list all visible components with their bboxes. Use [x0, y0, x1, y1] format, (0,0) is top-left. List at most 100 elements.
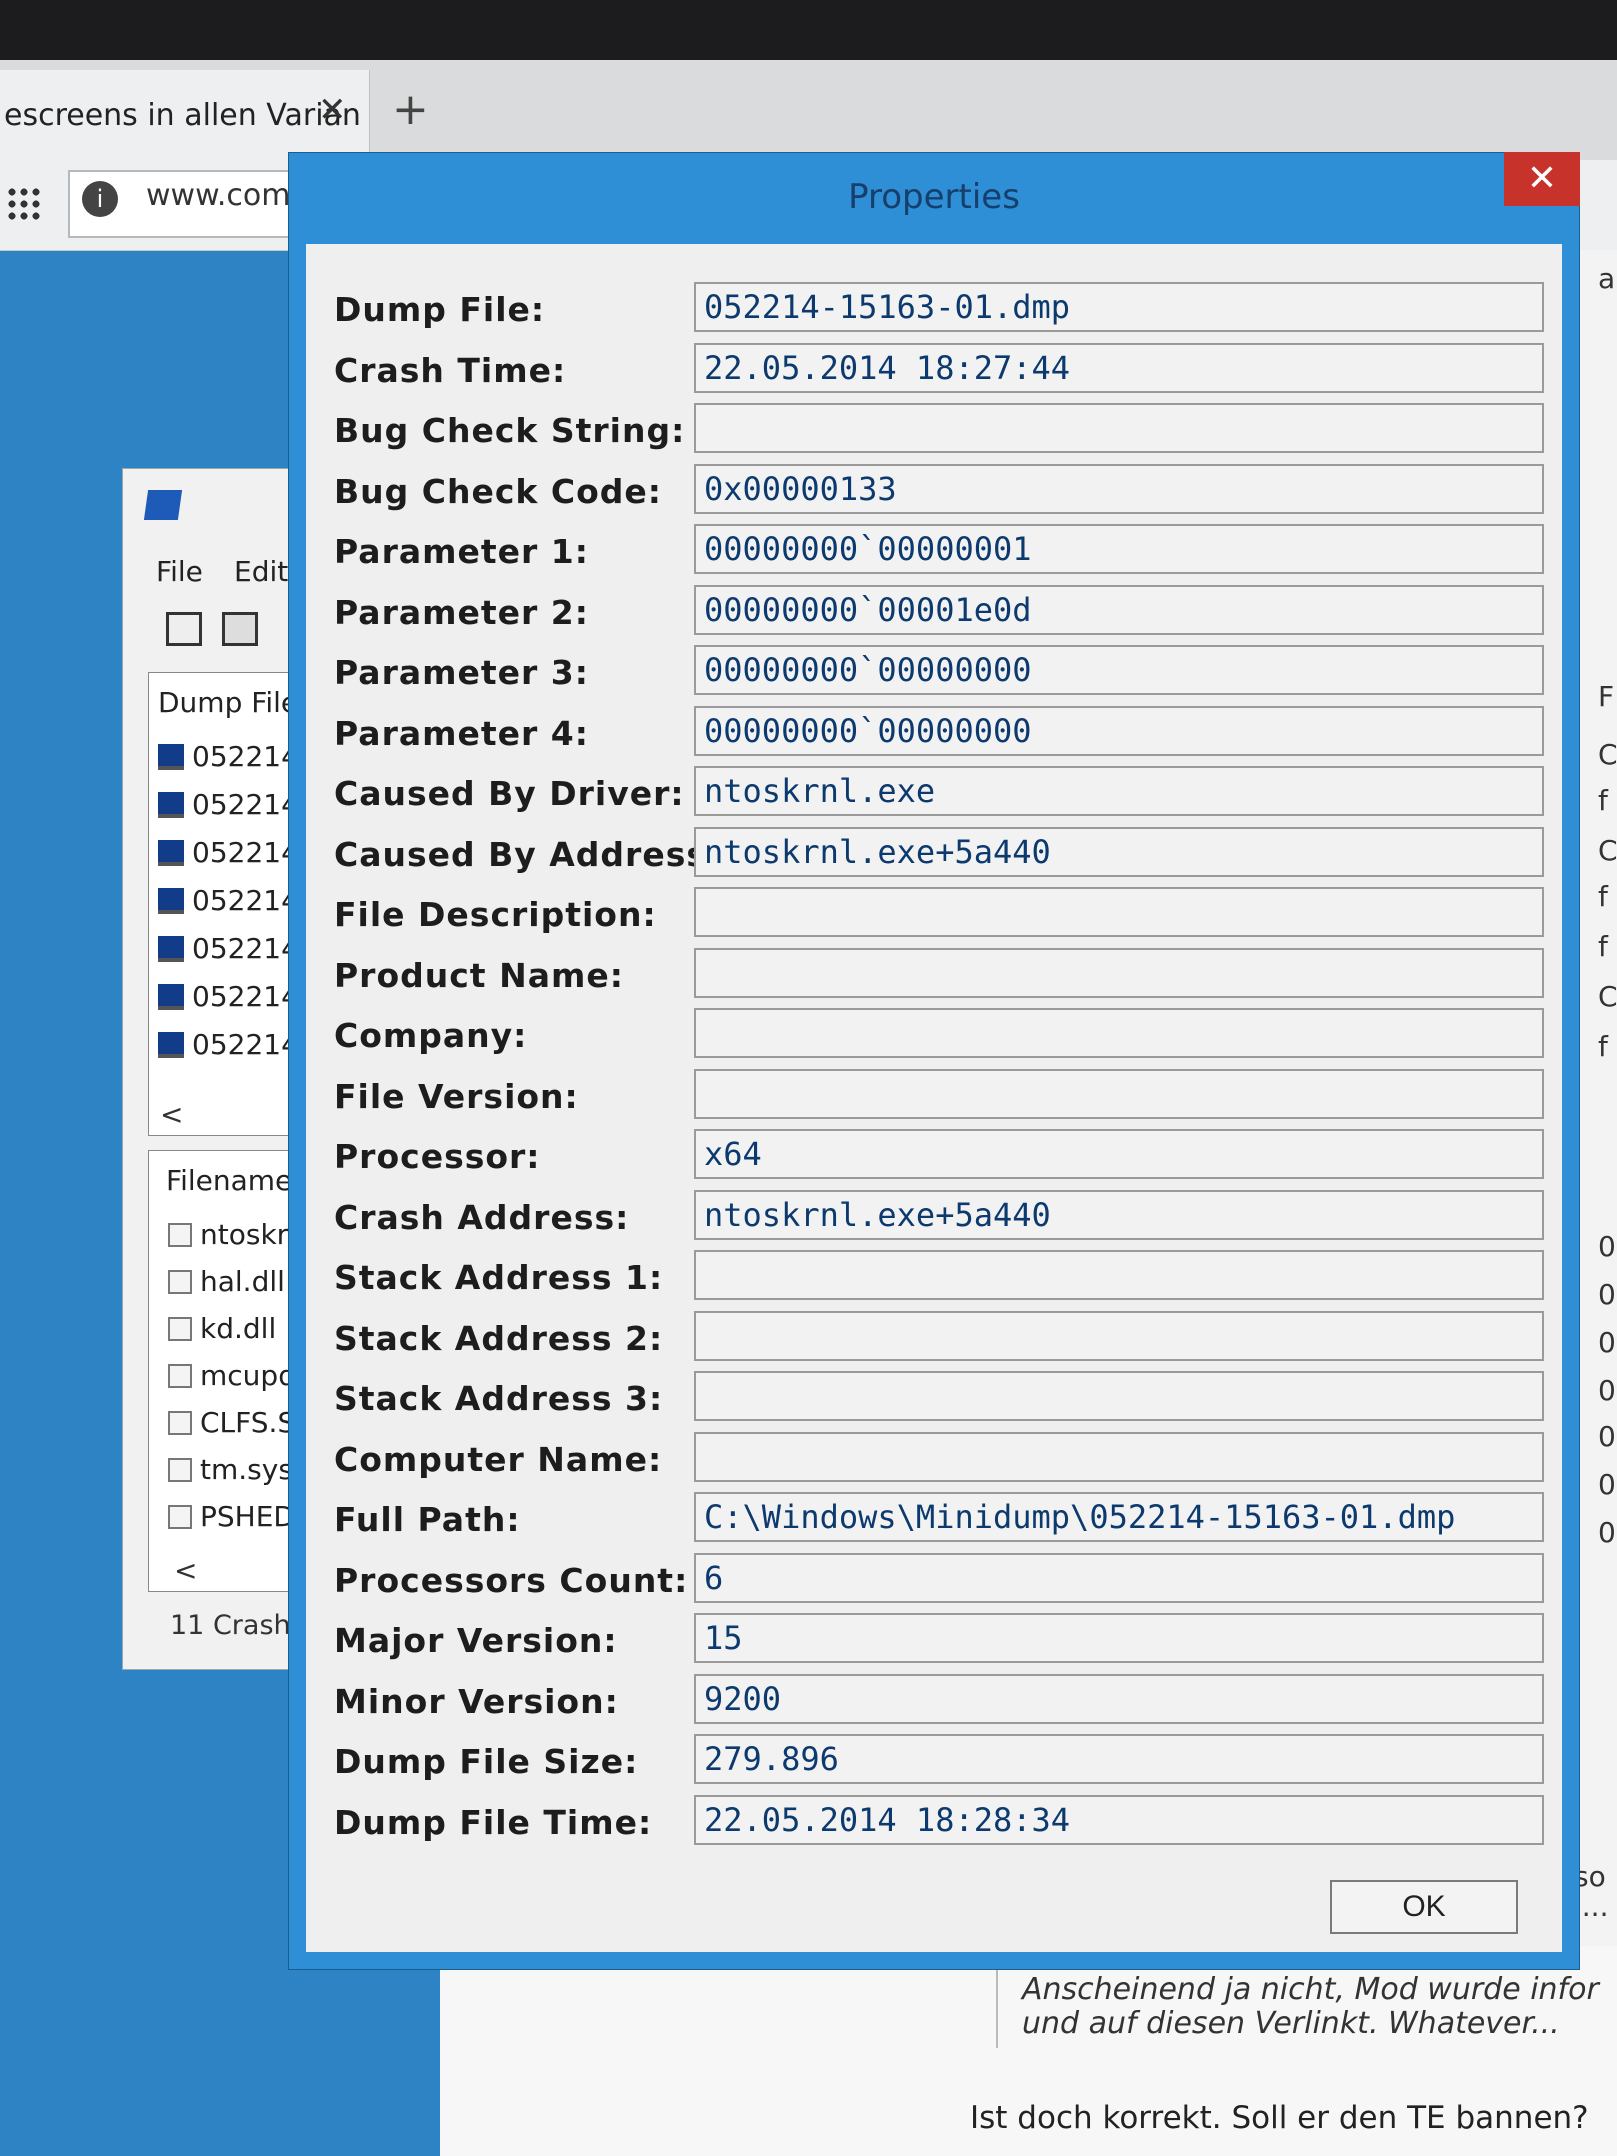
dump-list-item-label: 052214 — [192, 1028, 299, 1061]
dump-list-item[interactable]: 052214 — [158, 836, 299, 869]
background-page-text: 00 — [1598, 1516, 1617, 1549]
dump-list-item-label: 052214 — [192, 788, 299, 821]
driver-file-icon — [168, 1457, 192, 1482]
driver-list-item[interactable]: tm.sys — [168, 1453, 293, 1486]
field-value[interactable] — [694, 1008, 1544, 1058]
dump-file-icon — [158, 839, 184, 866]
apps-grid-icon[interactable] — [6, 186, 40, 220]
field-value[interactable]: 00000000`00000000 — [694, 705, 1544, 756]
driver-list-item-label: kd.dll — [200, 1312, 277, 1345]
dump-list-item-label: 052214 — [192, 932, 299, 965]
driver-list-item[interactable]: mcupd — [168, 1359, 296, 1392]
close-icon[interactable]: ✕ — [1504, 152, 1580, 206]
field-label: File Version: — [334, 1076, 579, 1116]
dump-file-column-header[interactable]: Dump File — [158, 686, 298, 719]
field-value[interactable]: 052214-15163-01.dmp — [694, 282, 1544, 332]
field-label: Stack Address 3: — [334, 1379, 664, 1418]
menu-file[interactable]: File — [156, 555, 203, 588]
dump-list-item[interactable]: 052214 — [158, 980, 299, 1013]
dump-list-item[interactable]: 052214 — [158, 740, 299, 773]
field-value[interactable] — [694, 947, 1544, 998]
quote-line-2: und auf diesen Verlinkt. Whatever... — [1022, 2006, 1560, 2041]
field-label: Bug Check String: — [334, 411, 686, 450]
driver-list-item[interactable]: CLFS.S — [168, 1406, 295, 1439]
field-value[interactable]: ntoskrnl.exe+5a440 — [694, 826, 1544, 877]
field-label: Crash Time: — [334, 350, 567, 390]
field-value[interactable]: 00000000`00000001 — [694, 524, 1544, 574]
browser-tab[interactable]: escreens in allen Varian — [0, 70, 370, 160]
field-value[interactable]: 00000000`00001e0d — [694, 584, 1544, 635]
background-page-text: C — [1598, 980, 1617, 1013]
dump-list-item[interactable]: 052214 — [158, 884, 299, 917]
dump-file-icon — [158, 935, 184, 962]
field-value[interactable] — [694, 1371, 1544, 1421]
background-page-text: f — [1598, 880, 1608, 913]
screen-bezel — [0, 0, 1617, 60]
dump-file-icon — [158, 1031, 184, 1058]
field-label: Processor: — [334, 1137, 541, 1176]
field-label: Caused By Driver: — [334, 774, 685, 813]
field-value[interactable]: ntoskrnl.exe — [694, 766, 1544, 816]
driver-list-item[interactable]: PSHED — [168, 1500, 295, 1533]
quote-line-1: Anscheinend ja nicht, Mod wurde infor — [1022, 1972, 1599, 2007]
background-page-text: f — [1598, 930, 1608, 963]
reply-text: Ist doch korrekt. Soll er den TE bannen? — [970, 2100, 1589, 2136]
dump-list-item-label: 052214 — [192, 836, 299, 869]
field-label: Minor Version: — [334, 1681, 619, 1721]
driver-list-item[interactable]: kd.dll — [168, 1312, 276, 1345]
driver-file-icon — [168, 1504, 192, 1529]
field-value[interactable]: 15 — [694, 1613, 1544, 1663]
field-label: Full Path: — [334, 1500, 521, 1539]
field-value[interactable]: 22.05.2014 18:28:34 — [694, 1794, 1544, 1845]
field-value[interactable]: 00000000`00000000 — [694, 645, 1544, 695]
field-value[interactable]: ntoskrnl.exe+5a440 — [694, 1189, 1544, 1240]
field-label: Stack Address 2: — [334, 1318, 664, 1358]
site-info-icon[interactable]: i — [82, 181, 118, 217]
field-value[interactable] — [694, 1250, 1544, 1300]
field-value[interactable]: 279.896 — [694, 1734, 1544, 1784]
dump-list-item[interactable]: 052214 — [158, 788, 299, 821]
field-value[interactable] — [694, 1431, 1544, 1482]
scroll-left-arrow[interactable]: < — [160, 1098, 183, 1131]
field-label: Parameter 4: — [334, 713, 589, 753]
properties-toolbar-icon[interactable] — [166, 612, 202, 646]
driver-file-icon — [168, 1269, 192, 1294]
tab-close-icon[interactable]: ✕ — [318, 90, 347, 130]
field-label: Computer Name: — [334, 1439, 663, 1479]
field-label: Caused By Address: — [334, 834, 722, 874]
ok-button[interactable]: OK — [1330, 1880, 1518, 1934]
driver-file-icon — [168, 1363, 192, 1388]
field-value[interactable] — [694, 403, 1544, 453]
field-label: Dump File Time: — [334, 1802, 653, 1842]
driver-list-item-label: CLFS.S — [200, 1406, 296, 1439]
field-value[interactable]: 9200 — [694, 1673, 1544, 1724]
field-value[interactable] — [694, 887, 1544, 937]
field-value[interactable] — [694, 1068, 1544, 1119]
quote-bar — [996, 1958, 998, 2048]
dump-file-icon — [158, 791, 184, 818]
field-label: File Description: — [334, 895, 657, 934]
field-value[interactable]: C:\Windows\Minidump\052214-15163-01.dmp — [694, 1492, 1544, 1542]
field-value[interactable]: 6 — [694, 1552, 1544, 1603]
driver-list-item[interactable]: ntoskrn — [168, 1218, 305, 1251]
dump-list-item[interactable]: 052214 — [158, 1028, 299, 1061]
field-value[interactable]: 0x00000133 — [694, 463, 1544, 514]
driver-list-item-label: PSHED — [200, 1500, 295, 1533]
scroll-left-arrow-2[interactable]: < — [174, 1554, 197, 1587]
filename-column-header[interactable]: Filename — [166, 1164, 292, 1197]
driver-list-item[interactable]: hal.dll — [168, 1265, 285, 1298]
new-tab-button[interactable]: + — [392, 84, 429, 135]
field-label: Major Version: — [334, 1621, 618, 1660]
field-value[interactable]: x64 — [694, 1129, 1544, 1179]
background-page-text: 00 — [1598, 1326, 1617, 1359]
field-value[interactable] — [694, 1310, 1544, 1361]
dump-list-item[interactable]: 052214 — [158, 932, 299, 965]
save-toolbar-icon[interactable] — [222, 612, 258, 646]
background-page-text: a — [1598, 262, 1616, 295]
menu-edit[interactable]: Edit — [234, 555, 288, 588]
field-label: Parameter 2: — [334, 592, 589, 632]
dump-list-item-label: 052214 — [192, 980, 299, 1013]
tab-title: escreens in allen Varian — [4, 97, 361, 133]
field-label: Product Name: — [334, 955, 624, 995]
field-value[interactable]: 22.05.2014 18:27:44 — [694, 342, 1544, 393]
